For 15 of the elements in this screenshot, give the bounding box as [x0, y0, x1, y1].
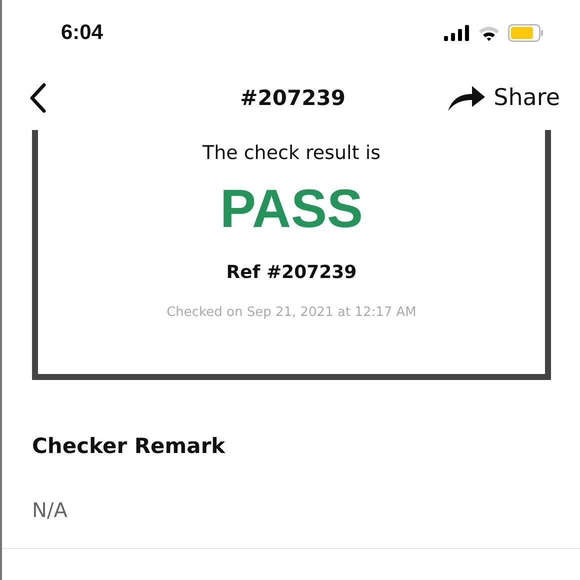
- remark-value: N/A: [32, 498, 68, 522]
- result-status: PASS: [220, 182, 364, 236]
- back-button[interactable]: [28, 82, 48, 114]
- remark-heading: Checker Remark: [32, 434, 226, 458]
- status-time: 6:04: [61, 21, 104, 45]
- battery-icon: [508, 24, 544, 42]
- share-button[interactable]: Share: [448, 85, 560, 111]
- checked-timestamp: Checked on Sep 21, 2021 at 12:17 AM: [166, 305, 416, 320]
- back-chevron-icon: [28, 82, 48, 114]
- signal-icon: [444, 25, 470, 41]
- reference-number: Ref #207239: [226, 262, 357, 283]
- result-intro: The check result is: [202, 142, 380, 164]
- share-arrow-icon: [448, 85, 486, 111]
- page-title: #207239: [240, 86, 346, 110]
- wifi-icon: [478, 25, 500, 41]
